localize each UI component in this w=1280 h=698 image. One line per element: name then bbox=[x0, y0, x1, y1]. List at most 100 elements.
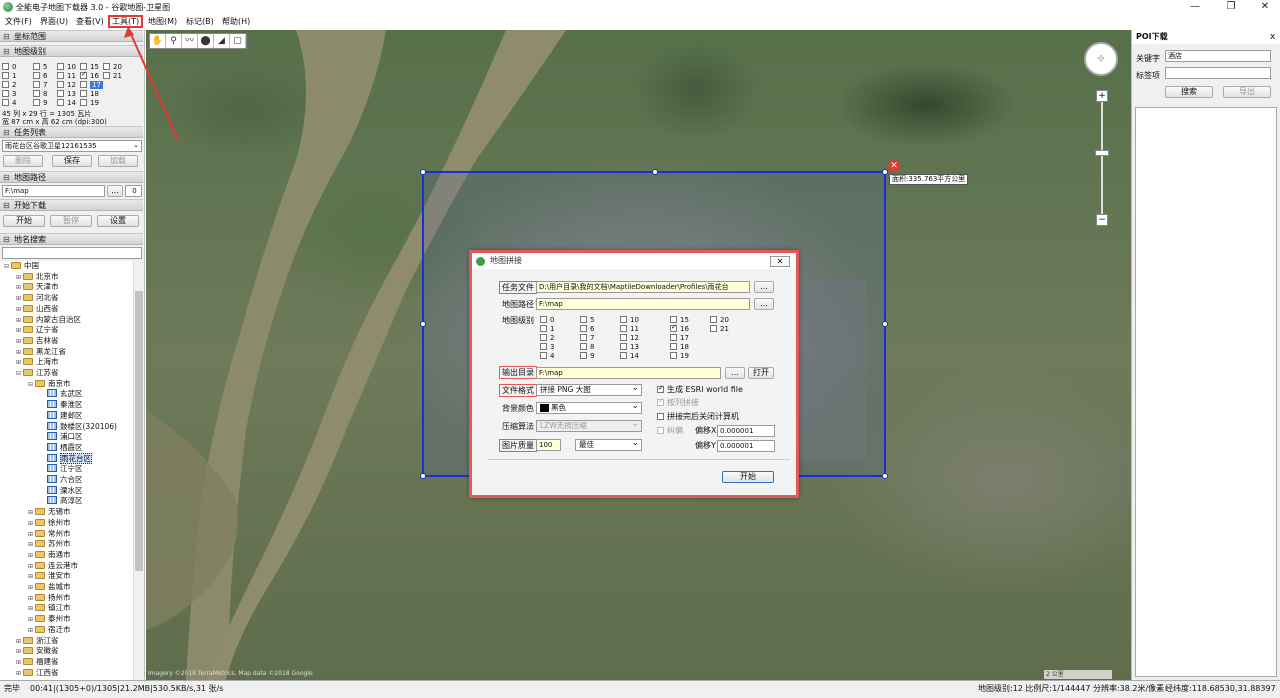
expand-toggle-icon[interactable]: ⊞ bbox=[28, 508, 35, 518]
expand-toggle-icon[interactable]: ⊞ bbox=[16, 337, 23, 347]
expand-toggle-icon[interactable]: ⊞ bbox=[16, 283, 23, 293]
expand-toggle-icon[interactable]: ⊞ bbox=[28, 562, 35, 572]
load-task-button[interactable]: 加载 bbox=[98, 155, 138, 167]
resize-handle[interactable] bbox=[420, 473, 426, 479]
zoom-in-button[interactable]: + bbox=[1096, 90, 1108, 102]
tree-folder-item[interactable]: ⊞ 苏州市 bbox=[28, 539, 71, 550]
level-checkbox[interactable] bbox=[80, 99, 87, 106]
expand-toggle-icon[interactable]: ⊞ bbox=[16, 658, 23, 668]
level-checkbox[interactable] bbox=[33, 90, 40, 97]
level-checkbox[interactable] bbox=[2, 72, 9, 79]
remove-selection-icon[interactable]: ✕ bbox=[888, 160, 900, 172]
resize-handle[interactable] bbox=[882, 169, 888, 175]
tree-district-item[interactable]: 高淳区 bbox=[40, 496, 83, 506]
dialog-level-checkbox[interactable] bbox=[540, 343, 547, 350]
expand-toggle-icon[interactable]: ⊞ bbox=[28, 604, 35, 614]
tree-folder-item[interactable]: ⊞ 连云港市 bbox=[28, 561, 78, 572]
tree-folder-item[interactable]: ⊟ 江苏省 bbox=[16, 368, 59, 379]
tree-folder-item[interactable]: ⊞ 镇江市 bbox=[28, 603, 71, 614]
section-map-path[interactable]: 地图路径 bbox=[0, 171, 143, 183]
section-start-download[interactable]: 开始下载 bbox=[0, 199, 143, 211]
offset-x-input[interactable]: 0.000001 bbox=[717, 425, 775, 437]
rectangle-tool-icon[interactable]: ▢ bbox=[230, 34, 246, 48]
tree-district-item[interactable]: 栖霞区 bbox=[40, 442, 83, 453]
maximize-button[interactable]: ❐ bbox=[1214, 0, 1248, 14]
tree-folder-item[interactable]: ⊞ 黑龙江省 bbox=[16, 347, 66, 358]
dialog-level-checkbox[interactable] bbox=[580, 334, 587, 341]
level-checkbox[interactable]: ✓ bbox=[80, 70, 87, 79]
pause-download-button[interactable]: 暂停 bbox=[50, 215, 92, 227]
dialog-level-checkbox[interactable] bbox=[670, 343, 677, 350]
dialog-level-checkbox[interactable] bbox=[620, 352, 627, 359]
menu-view-ui[interactable]: 界面(U) bbox=[38, 16, 70, 28]
task-file-browse-button[interactable]: ... bbox=[754, 281, 774, 293]
tag-input[interactable] bbox=[1165, 67, 1271, 79]
quality-input[interactable]: 100 bbox=[536, 439, 561, 451]
path-count-field[interactable]: 0 bbox=[125, 185, 142, 197]
expand-toggle-icon[interactable]: ⊟ bbox=[4, 262, 11, 272]
tree-folder-item[interactable]: ⊞ 天津市 bbox=[16, 282, 59, 293]
correct-checkbox[interactable] bbox=[657, 427, 664, 434]
expand-toggle-icon[interactable]: ⊞ bbox=[28, 615, 35, 625]
expand-toggle-icon[interactable]: ⊞ bbox=[28, 626, 35, 636]
tree-folder-item[interactable]: ⊞ 淮安市 bbox=[28, 571, 71, 582]
start-mosaic-button[interactable]: 开始 bbox=[722, 471, 774, 483]
dialog-level-checkbox[interactable] bbox=[580, 352, 587, 359]
dialog-level-checkbox[interactable] bbox=[620, 325, 627, 332]
expand-toggle-icon[interactable]: ⊞ bbox=[28, 551, 35, 561]
tree-folder-item[interactable]: ⊞ 无锡市 bbox=[28, 507, 71, 518]
tree-folder-item[interactable]: ⊞ 盐城市 bbox=[28, 582, 71, 593]
tree-district-item[interactable]: 雨花台区 bbox=[40, 452, 92, 464]
dialog-level-checkbox[interactable] bbox=[540, 325, 547, 332]
resize-handle[interactable] bbox=[882, 473, 888, 479]
level-checkbox[interactable] bbox=[57, 99, 64, 106]
poi-result-list[interactable] bbox=[1135, 107, 1277, 677]
tree-folder-item[interactable]: ⊞ 安徽省 bbox=[16, 646, 59, 657]
expand-toggle-icon[interactable]: ⊞ bbox=[16, 637, 23, 647]
keyword-input[interactable]: 酒店 bbox=[1165, 50, 1271, 62]
tree-folder-item[interactable]: ⊞ 辽宁省 bbox=[16, 325, 59, 336]
tree-folder-item[interactable]: ⊟ 中国 bbox=[4, 261, 39, 272]
expand-toggle-icon[interactable]: ⊞ bbox=[16, 669, 23, 679]
expand-toggle-icon[interactable]: ⊞ bbox=[28, 530, 35, 540]
expand-toggle-icon[interactable]: ⊟ bbox=[28, 380, 35, 390]
level-checkbox[interactable] bbox=[2, 90, 9, 97]
tree-folder-item[interactable]: ⊞ 山西省 bbox=[16, 304, 59, 315]
resize-handle[interactable] bbox=[882, 321, 888, 327]
level-checkbox[interactable] bbox=[2, 99, 9, 106]
dialog-map-path-input[interactable]: F:\map bbox=[536, 298, 750, 310]
zoom-knob[interactable] bbox=[1095, 150, 1109, 156]
level-checkbox[interactable] bbox=[2, 81, 9, 88]
dialog-level-checkbox[interactable] bbox=[620, 334, 627, 341]
dialog-close-button[interactable]: ✕ bbox=[770, 256, 790, 267]
file-format-select[interactable]: 拼接 PNG 大图 bbox=[536, 383, 642, 396]
map-path-input[interactable]: F:\map bbox=[2, 185, 105, 197]
polygon-tool-icon[interactable]: ◢ bbox=[214, 34, 230, 48]
resize-handle[interactable] bbox=[652, 169, 658, 175]
expand-toggle-icon[interactable]: ⊟ bbox=[16, 369, 23, 379]
circle-tool-icon[interactable]: ⬤ bbox=[198, 34, 214, 48]
poi-search-button[interactable]: 搜索 bbox=[1165, 86, 1213, 98]
expand-toggle-icon[interactable]: ⊞ bbox=[16, 326, 23, 336]
zoom-slider[interactable]: + − bbox=[1095, 90, 1109, 230]
level-checkbox[interactable] bbox=[80, 81, 87, 88]
tree-district-item[interactable]: 建邺区 bbox=[40, 410, 83, 421]
shutdown-checkbox[interactable] bbox=[657, 413, 664, 420]
place-search-input[interactable] bbox=[2, 247, 142, 259]
tree-district-item[interactable]: 江宁区 bbox=[40, 464, 83, 474]
output-dir-input[interactable]: F:\map bbox=[536, 367, 721, 379]
section-place-search[interactable]: 地名搜索 bbox=[0, 233, 143, 245]
compress-select[interactable]: LZW无损压缩 bbox=[536, 419, 642, 432]
expand-toggle-icon[interactable]: ⊞ bbox=[16, 294, 23, 304]
dialog-level-checkbox[interactable] bbox=[670, 334, 677, 341]
bg-color-select[interactable]: 黑色 bbox=[536, 401, 642, 414]
expand-toggle-icon[interactable]: ⊞ bbox=[16, 348, 23, 358]
expand-toggle-icon[interactable]: ⊞ bbox=[16, 305, 23, 315]
menu-file[interactable]: 文件(F) bbox=[3, 16, 34, 28]
dialog-level-checkbox[interactable] bbox=[540, 334, 547, 341]
tree-district-item[interactable]: 浦口区 bbox=[40, 432, 83, 442]
dialog-level-checkbox[interactable] bbox=[580, 316, 587, 323]
tree-district-item[interactable]: 鼓楼区(320106) bbox=[40, 421, 117, 432]
task-file-input[interactable]: D:\用户目录\我的文档\MaptileDownloader\Profiles\… bbox=[536, 281, 750, 293]
expand-toggle-icon[interactable]: ⊞ bbox=[28, 540, 35, 550]
